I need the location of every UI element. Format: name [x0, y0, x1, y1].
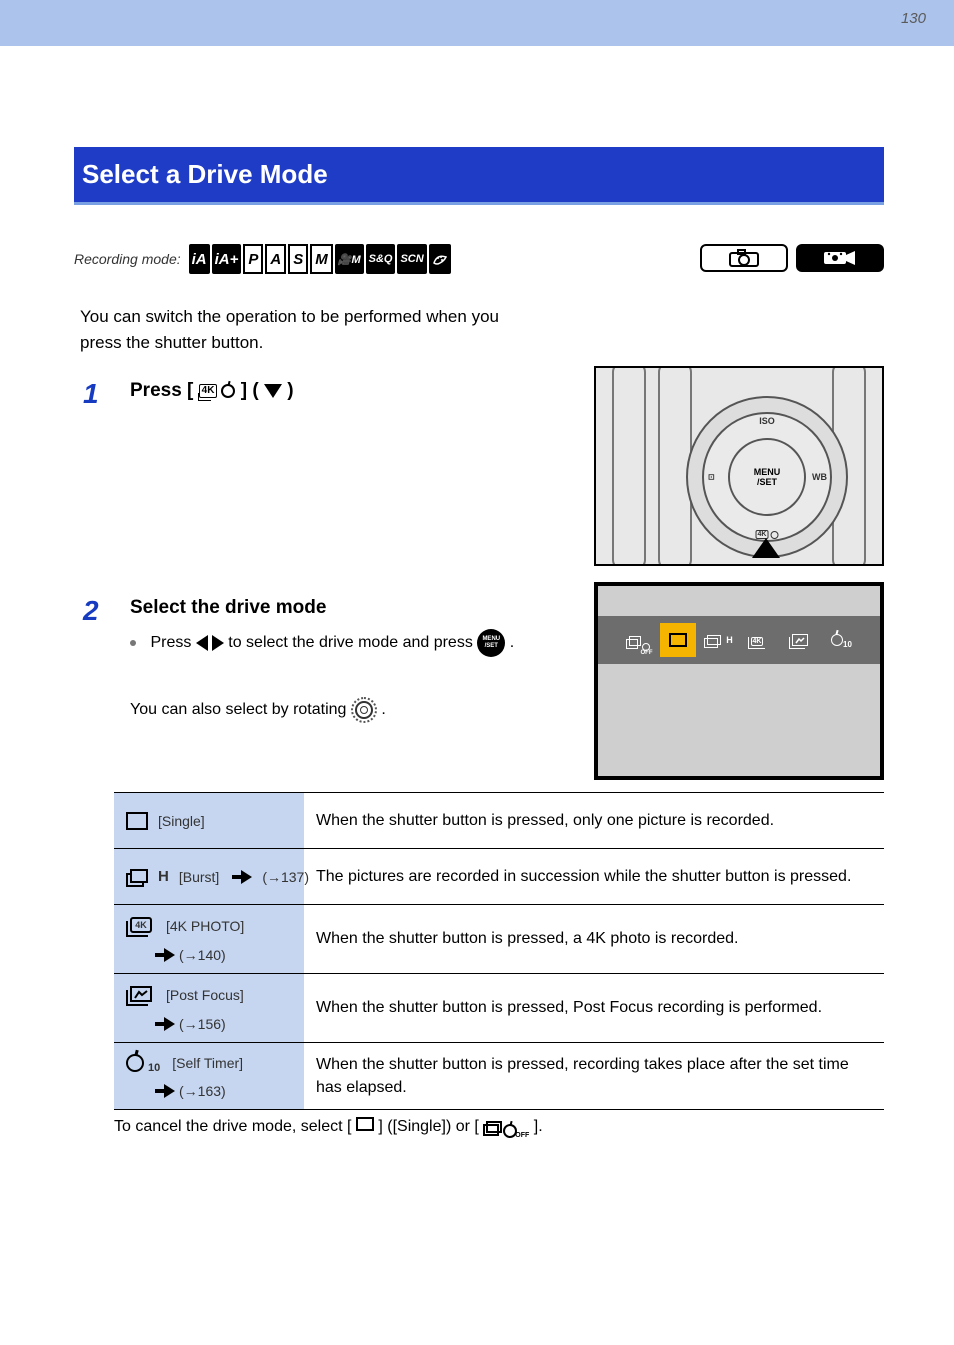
row-desc: When the shutter button is pressed, Post…: [304, 974, 884, 1042]
mode-m: M: [310, 244, 333, 274]
mode-creative: [429, 244, 451, 274]
row-ref: (→156): [179, 1016, 226, 1032]
single-inline-icon: [356, 1117, 374, 1131]
row-ref: (→140): [179, 947, 226, 963]
mode-scn: SCN: [397, 244, 426, 274]
table-row: H [Burst] (→137) The pictures are record…: [114, 849, 884, 905]
row-desc: When the shutter button is pressed, reco…: [304, 1043, 884, 1109]
row-name: [Single]: [158, 813, 205, 829]
recording-mode-row: Recording mode: iA iA+ P A S M 🎥M S&Q SC…: [74, 244, 451, 274]
mode-ia-plus: iA+: [212, 244, 242, 274]
step-2-number: 2: [83, 595, 99, 627]
table-row: [Single] When the shutter button is pres…: [114, 793, 884, 849]
video-icon: [796, 244, 884, 272]
page-number: 130: [901, 10, 926, 27]
drive-mode-table: [Single] When the shutter button is pres…: [114, 792, 884, 1110]
row-name: [4K PHOTO]: [166, 918, 294, 934]
drive-timer-cell: 10: [824, 623, 860, 657]
table-row: 4K [4K PHOTO] (→140) When the shutter bu…: [114, 905, 884, 974]
row-name: [Post Focus]: [166, 987, 294, 1003]
drive-postfocus-cell: [783, 623, 819, 657]
left-right-arrow-icon: [196, 635, 224, 651]
row-ref: (→137): [262, 869, 309, 885]
row-desc: When the shutter button is pressed, only…: [304, 793, 884, 848]
arrow-right-icon: [164, 948, 175, 962]
cancel-note: To cancel the drive mode, select [ ] ([S…: [114, 1115, 884, 1138]
4k-photo-icon: 4K: [126, 915, 156, 937]
drive-off-inline-icon: OFF: [483, 1118, 529, 1136]
step-1-number: 1: [83, 378, 99, 410]
intro-text: You can switch the operation to be perfo…: [80, 304, 510, 355]
mode-creative-video: 🎥M: [335, 244, 364, 274]
drive-4k-cell: 4K: [742, 623, 778, 657]
step-1-text: Press [ 4K ] ( ): [130, 378, 505, 404]
single-icon: [126, 812, 148, 830]
drive-button-icon: 4K: [199, 384, 236, 398]
row-name: [Self Timer]: [172, 1055, 294, 1071]
section-header: Select a Drive Mode: [74, 147, 884, 205]
mode-a: A: [265, 244, 286, 274]
control-dial-note: You can also select by rotating .: [130, 697, 530, 723]
table-row: [Post Focus] (→156) When the shutter but…: [114, 974, 884, 1043]
drive-burst-cell: H: [701, 623, 737, 657]
mode-s: S: [288, 244, 308, 274]
control-dial-icon: [351, 697, 377, 723]
row-desc: The pictures are recorded in succession …: [304, 849, 884, 904]
bullet-icon: [130, 640, 136, 646]
mode-sq: S&Q: [366, 244, 396, 274]
drive-mode-selection-screen: OFF H 4K: [594, 582, 884, 780]
photo-icon: [700, 244, 788, 272]
arrow-right-icon: [164, 1017, 175, 1031]
self-timer-icon: 10: [126, 1054, 162, 1072]
table-row: 10 [Self Timer] (→163) When the shutter …: [114, 1043, 884, 1110]
post-focus-icon: [126, 984, 156, 1006]
drive-off-cell: OFF: [619, 623, 655, 657]
section-title: Select a Drive Mode: [82, 159, 328, 190]
down-arrow-icon: [264, 384, 282, 398]
burst-icon: H: [126, 867, 169, 887]
camera-dial-figure: ISO WB ⊡ 4K MENU/SET: [594, 366, 884, 566]
row-desc: When the shutter button is pressed, a 4K…: [304, 905, 884, 973]
arrow-right-icon: [241, 870, 252, 884]
drive-single-cell: [660, 623, 696, 657]
recording-mode-label: Recording mode:: [74, 251, 181, 267]
step-2-text: Select the drive mode Press to select th…: [130, 595, 525, 657]
mode-p: P: [243, 244, 263, 274]
menu-set-icon: [477, 629, 505, 657]
row-name: [Burst]: [179, 869, 219, 885]
arrow-right-icon: [164, 1084, 175, 1098]
row-ref: (→163): [179, 1083, 226, 1099]
arrow-up-icon: [752, 538, 780, 558]
mode-ia: iA: [189, 244, 210, 274]
